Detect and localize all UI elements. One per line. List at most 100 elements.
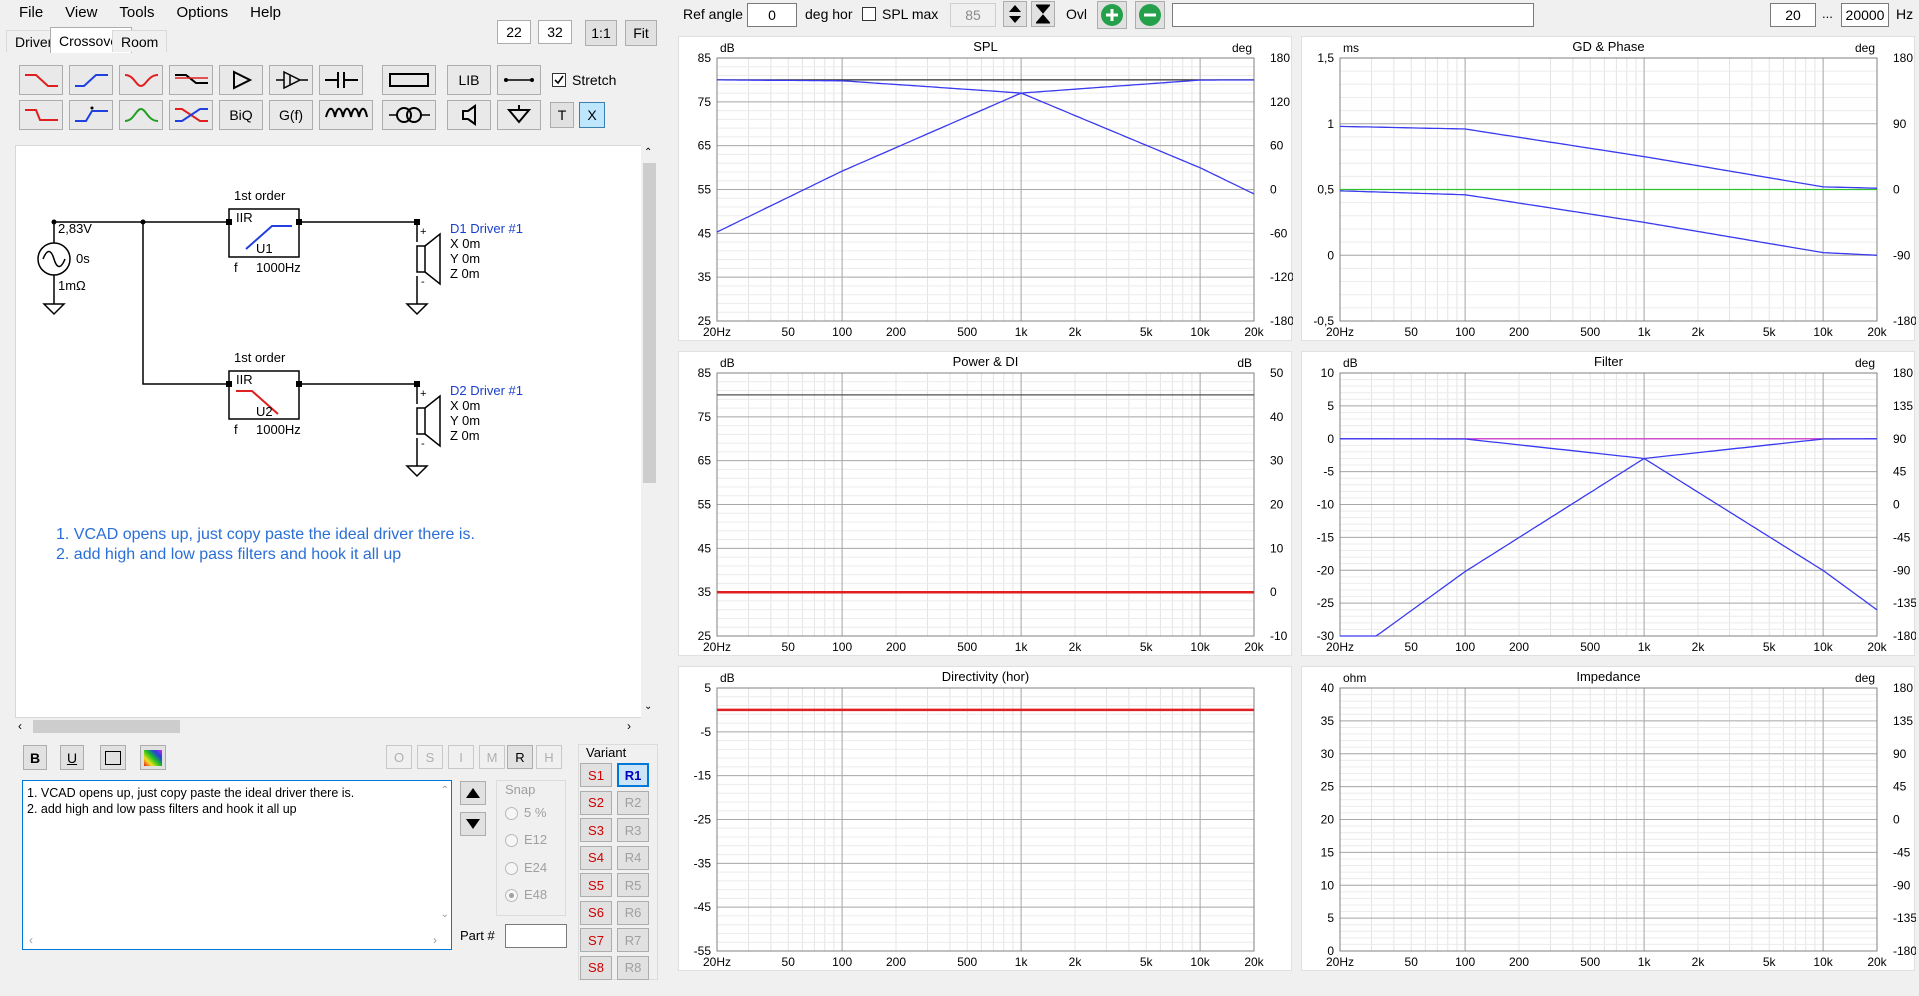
- variant-r4-button[interactable]: R4: [617, 845, 649, 870]
- stretch-checkbox[interactable]: Stretch: [552, 72, 616, 88]
- crossover-button[interactable]: [169, 100, 213, 130]
- underline-button[interactable]: U: [60, 745, 84, 770]
- notes-scroll-left-icon[interactable]: ‹: [29, 933, 33, 947]
- ref-angle-input[interactable]: 0: [747, 3, 797, 27]
- menu-file[interactable]: File: [8, 4, 54, 21]
- move-up-button[interactable]: [460, 781, 486, 805]
- zoom-fit-button[interactable]: Fit: [625, 20, 657, 46]
- notch-button[interactable]: [119, 65, 163, 95]
- mode-h-button[interactable]: H: [536, 745, 562, 769]
- schematic-vscrollbar[interactable]: ⌃ ⌄: [641, 145, 658, 718]
- zoom-1-1-button[interactable]: 1:1: [585, 20, 617, 46]
- variant-s2-button[interactable]: S2: [580, 790, 612, 815]
- variant-r8-button[interactable]: R8: [617, 955, 649, 980]
- variant-r1-button[interactable]: R1: [617, 763, 649, 787]
- notes-scroll-right-icon[interactable]: ›: [433, 933, 437, 947]
- chart-spl[interactable]: SPL dB deg 85 75 65 55 45 35 25 180 120 60 0 -60 -120 -1…: [678, 36, 1294, 341]
- menu-view[interactable]: View: [54, 4, 108, 21]
- hscroll-thumb[interactable]: [33, 720, 180, 733]
- border-button[interactable]: [100, 745, 126, 770]
- radio-e48[interactable]: [505, 889, 518, 903]
- menu-options[interactable]: Options: [165, 4, 239, 21]
- stretch-check[interactable]: [552, 73, 566, 87]
- schematic-canvas[interactable]: 2,83V 0s 1mΩ 1st order IIR U1 f 1000Hz 1…: [15, 145, 642, 718]
- lib-button[interactable]: LIB: [447, 65, 491, 95]
- schematic-hscrollbar[interactable]: ‹ ›: [15, 718, 642, 735]
- freq-max-input[interactable]: 20000: [1841, 3, 1889, 27]
- variant-r6-button[interactable]: R6: [617, 900, 649, 925]
- notes-scroll-down-icon[interactable]: ⌄: [441, 909, 449, 920]
- color-button[interactable]: [140, 745, 166, 770]
- text-button[interactable]: T: [550, 102, 574, 128]
- notes-textarea[interactable]: 1. VCAD opens up, just copy paste the id…: [22, 780, 452, 950]
- variant-s6-button[interactable]: S6: [580, 900, 612, 925]
- mode-o-button[interactable]: O: [386, 745, 412, 769]
- remove-overlay-button[interactable]: [1135, 1, 1165, 29]
- variant-r3-button[interactable]: R3: [617, 818, 649, 842]
- menu-tools[interactable]: Tools: [108, 4, 165, 21]
- chart-impedance[interactable]: Impedance ohm deg 40 35 30 25 20 15 10 5 0 180 135 90 4…: [1301, 666, 1917, 971]
- add-overlay-button[interactable]: [1097, 1, 1127, 29]
- chart-power-di[interactable]: Power & DI dB dB 85 75 65 55 45 35 25 50 40 30 20 10 0-…: [678, 351, 1292, 656]
- spl-max-input[interactable]: 85: [950, 3, 996, 27]
- scroll-left-icon[interactable]: ‹: [18, 719, 22, 733]
- speaker-button[interactable]: [447, 100, 491, 130]
- notes-scroll-up-icon[interactable]: ⌃: [441, 785, 449, 796]
- lowpass-blue-button[interactable]: [69, 65, 113, 95]
- x-button[interactable]: X: [579, 102, 605, 128]
- bandpass-button[interactable]: [119, 100, 163, 130]
- spl-updown-button[interactable]: [1003, 1, 1027, 27]
- variant-s3-button[interactable]: S3: [580, 818, 612, 842]
- variant-r7-button[interactable]: R7: [617, 928, 649, 952]
- tab-room[interactable]: Room: [112, 30, 168, 52]
- snap-option-e48[interactable]: E48: [505, 887, 547, 903]
- shelf-button[interactable]: [169, 65, 213, 95]
- variant-s7-button[interactable]: S7: [580, 928, 612, 952]
- radio-5pct[interactable]: [505, 807, 518, 821]
- variant-s4-button[interactable]: S4: [580, 845, 612, 870]
- bold-button[interactable]: B: [23, 745, 47, 770]
- spl-max-check[interactable]: [862, 7, 876, 21]
- highpass-red-button[interactable]: [19, 65, 63, 95]
- spl-fit-button[interactable]: [1031, 1, 1055, 27]
- mode-m-button[interactable]: M: [479, 745, 505, 769]
- move-down-button[interactable]: [460, 812, 486, 836]
- biq-button[interactable]: BiQ: [219, 100, 263, 130]
- snap-option-5pct[interactable]: 5 %: [505, 805, 546, 821]
- zoom-b-field[interactable]: 32: [538, 20, 572, 44]
- variant-r2-button[interactable]: R2: [617, 790, 649, 815]
- mode-i-button[interactable]: I: [448, 745, 474, 769]
- lowpass2-button[interactable]: [69, 100, 113, 130]
- variant-s1-button[interactable]: S1: [580, 763, 612, 787]
- inductor-button[interactable]: [319, 100, 373, 130]
- wire-button[interactable]: [497, 65, 541, 95]
- ground-button[interactable]: [497, 100, 541, 130]
- menu-help[interactable]: Help: [239, 4, 292, 21]
- highpass2-button[interactable]: [19, 100, 63, 130]
- overlay-select[interactable]: [1172, 3, 1534, 27]
- part-input[interactable]: [505, 924, 567, 948]
- spl-max-checkbox[interactable]: SPL max: [862, 6, 938, 22]
- notes-text[interactable]: 1. VCAD opens up, just copy paste the id…: [27, 785, 354, 817]
- buffer-button[interactable]: [219, 65, 263, 95]
- d2-name[interactable]: D2 Driver #1: [450, 383, 523, 398]
- mode-r-button[interactable]: R: [507, 745, 533, 769]
- opamp-button[interactable]: [269, 65, 313, 95]
- variant-s8-button[interactable]: S8: [580, 955, 612, 980]
- scroll-down-icon[interactable]: ⌄: [644, 701, 652, 712]
- chart-gd-phase[interactable]: GD & Phase ms deg 1,5 1 0,5 0 -0,5 180 90 0 -90 -180…: [1301, 36, 1917, 341]
- snap-option-e12[interactable]: E12: [505, 832, 547, 848]
- radio-e12[interactable]: [505, 834, 518, 848]
- radio-e24[interactable]: [505, 862, 518, 876]
- variant-s5-button[interactable]: S5: [580, 873, 612, 897]
- scroll-right-icon[interactable]: ›: [627, 719, 631, 733]
- freq-min-input[interactable]: 20: [1770, 3, 1816, 27]
- transformer-button[interactable]: [382, 100, 436, 130]
- mode-s-button[interactable]: S: [417, 745, 443, 769]
- d1-name[interactable]: D1 Driver #1: [450, 221, 523, 236]
- capacitor-button[interactable]: [319, 65, 363, 95]
- gf-button[interactable]: G(f): [269, 100, 313, 130]
- resistor-button[interactable]: [382, 65, 436, 95]
- scroll-up-icon[interactable]: ⌃: [644, 147, 652, 158]
- zoom-a-field[interactable]: 22: [497, 20, 531, 44]
